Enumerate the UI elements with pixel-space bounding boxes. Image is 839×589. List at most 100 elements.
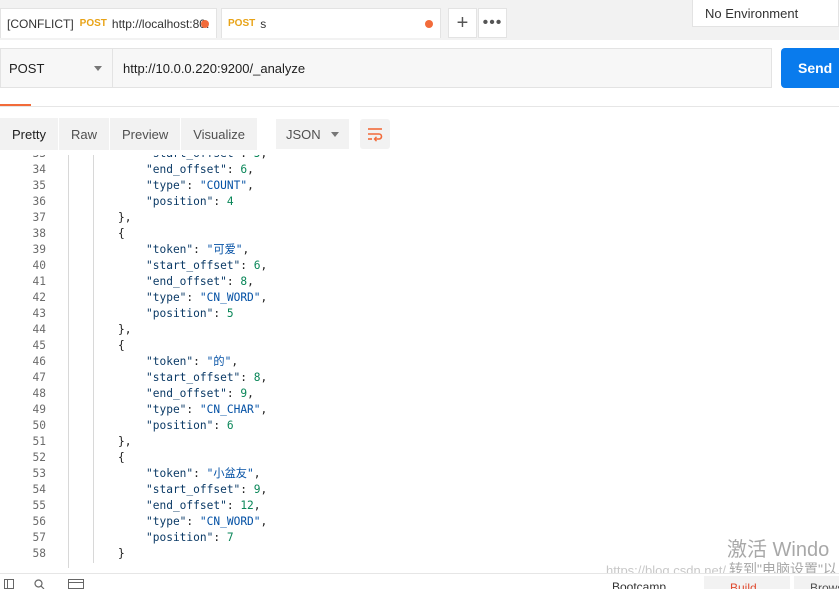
- code-line: 54 "start_offset": 9,: [0, 482, 839, 498]
- tab-method-badge: POST: [228, 18, 256, 29]
- code-line: 58}: [0, 546, 839, 562]
- code-text: "type": "COUNT",: [146, 179, 254, 192]
- line-number: 37: [32, 211, 46, 224]
- chevron-down-icon: [331, 132, 339, 137]
- code-line: 55 "end_offset": 12,: [0, 498, 839, 514]
- line-number: 45: [32, 339, 46, 352]
- http-method-select[interactable]: POST: [0, 48, 112, 88]
- activate-windows-watermark: 激活 Windo: [727, 539, 830, 561]
- more-tabs-button[interactable]: •••: [478, 8, 507, 38]
- code-line: 47 "start_offset": 8,: [0, 370, 839, 386]
- code-text: "position": 4: [146, 195, 234, 208]
- line-number: 42: [32, 291, 46, 304]
- line-number: 56: [32, 515, 46, 528]
- environment-selector[interactable]: No Environment: [692, 0, 839, 27]
- code-text: "token": "可爱",: [146, 243, 250, 256]
- tab-visualize[interactable]: Visualize: [181, 118, 258, 150]
- code-text: "start_offset": 8,: [146, 371, 268, 384]
- line-number: 35: [32, 179, 46, 192]
- code-line: 36 "position": 4: [0, 194, 839, 210]
- code-line: 52 {: [0, 450, 839, 466]
- code-text: {: [118, 227, 125, 240]
- build-mode-button[interactable]: Build: [704, 576, 790, 589]
- code-text: "end_offset": 8,: [146, 275, 254, 288]
- response-view-tabs: Pretty Raw Preview Visualize: [0, 118, 258, 150]
- wrap-lines-button[interactable]: [360, 119, 390, 149]
- code-line: 43 "position": 5: [0, 306, 839, 322]
- request-tab-conflict[interactable]: [CONFLICT] POST http://localhost:80...: [0, 8, 217, 38]
- send-button[interactable]: Send: [781, 48, 839, 88]
- code-line: 38 {: [0, 226, 839, 242]
- code-text: "start_offset": 9,: [146, 483, 268, 496]
- code-text: "start_offset": 6,: [146, 259, 268, 272]
- code-text: {: [118, 339, 125, 352]
- code-text: "position": 6: [146, 419, 234, 432]
- line-number: 46: [32, 355, 46, 368]
- code-text: "token": "的",: [146, 355, 239, 368]
- code-line: 40 "start_offset": 6,: [0, 258, 839, 274]
- code-line: 49 "type": "CN_CHAR",: [0, 402, 839, 418]
- browse-mode-button[interactable]: Browse: [794, 576, 839, 589]
- line-number: 39: [32, 243, 46, 256]
- line-number: 36: [32, 195, 46, 208]
- line-number: 55: [32, 499, 46, 512]
- line-number: 52: [32, 451, 46, 464]
- tab-preview[interactable]: Preview: [109, 118, 181, 150]
- divider: [0, 106, 839, 107]
- code-text: "end_offset": 6,: [146, 163, 254, 176]
- code-line: 41 "end_offset": 8,: [0, 274, 839, 290]
- tab-pretty[interactable]: Pretty: [0, 118, 58, 150]
- tab-raw[interactable]: Raw: [58, 118, 109, 150]
- format-select[interactable]: JSON: [276, 119, 349, 149]
- url-input[interactable]: http://10.0.0.220:9200/_analyze: [112, 48, 772, 88]
- line-number: 54: [32, 483, 46, 496]
- console-icon[interactable]: [68, 579, 84, 589]
- bootcamp-link[interactable]: Bootcamp: [612, 580, 666, 589]
- code-line: 34 "end_offset": 6,: [0, 162, 839, 178]
- plus-icon: +: [456, 11, 469, 34]
- request-tab-bar: [CONFLICT] POST http://localhost:80... P…: [0, 0, 839, 40]
- code-line: 37},: [0, 210, 839, 226]
- code-line: 33 "start_offset": 5,: [0, 155, 839, 162]
- line-number: 34: [32, 163, 46, 176]
- code-text: "type": "CN_WORD",: [146, 291, 268, 304]
- code-line: 42 "type": "CN_WORD",: [0, 290, 839, 306]
- code-line: 35 "type": "COUNT",: [0, 178, 839, 194]
- code-line: 39 "token": "可爱",: [0, 242, 839, 258]
- line-number: 57: [32, 531, 46, 544]
- code-text: "position": 5: [146, 307, 234, 320]
- code-text: "end_offset": 12,: [146, 499, 261, 512]
- line-number: 58: [32, 547, 46, 560]
- tab-method-badge: POST: [79, 18, 107, 29]
- code-line: 50 "position": 6: [0, 418, 839, 434]
- code-text: "token": "小盆友",: [146, 467, 261, 480]
- line-number: 53: [32, 467, 46, 480]
- format-value: JSON: [286, 126, 321, 142]
- line-number: 51: [32, 435, 46, 448]
- line-number: 40: [32, 259, 46, 272]
- line-number: 50: [32, 419, 46, 432]
- code-line: 57 "position": 7: [0, 530, 839, 546]
- chevron-down-icon: [94, 66, 102, 71]
- response-body-viewer[interactable]: 33 "start_offset": 5, 34 "end_offset": 6, 35…: [0, 155, 839, 568]
- code-text: }: [118, 547, 125, 560]
- code-text: "end_offset": 9,: [146, 387, 254, 400]
- code-text: "type": "CN_WORD",: [146, 515, 268, 528]
- code-line: 48 "end_offset": 9,: [0, 386, 839, 402]
- code-line: 46 "token": "的",: [0, 354, 839, 370]
- search-icon[interactable]: [34, 579, 45, 589]
- code-line: 45 {: [0, 338, 839, 354]
- code-line: 51},: [0, 434, 839, 450]
- sidebar-toggle-icon[interactable]: [4, 579, 14, 589]
- http-method-value: POST: [9, 60, 45, 76]
- line-number: 43: [32, 307, 46, 320]
- line-number: 41: [32, 275, 46, 288]
- code-text: "start_offset": 5,: [146, 155, 267, 162]
- code-line: 53 "token": "小盆友",: [0, 466, 839, 482]
- line-number: 38: [32, 227, 46, 240]
- code-text: "type": "CN_CHAR",: [146, 403, 268, 416]
- code-text: },: [118, 435, 132, 448]
- unsaved-dot-icon: [425, 20, 433, 28]
- new-tab-button[interactable]: +: [448, 8, 477, 38]
- request-tab-s[interactable]: POST s: [221, 8, 441, 38]
